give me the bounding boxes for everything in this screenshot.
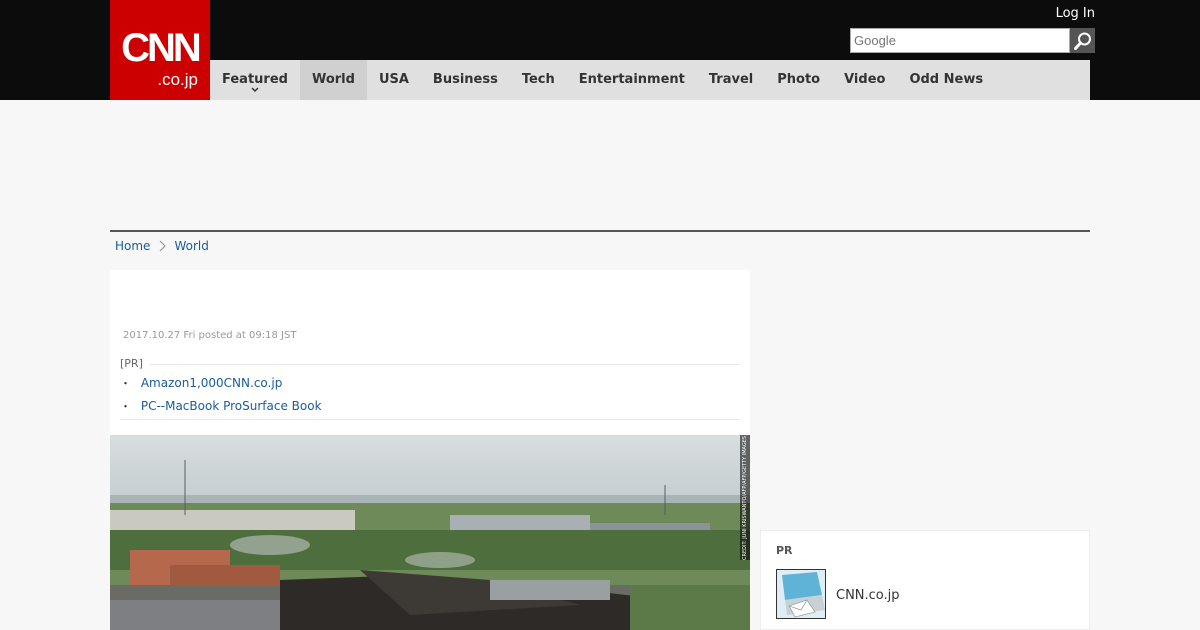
pr-link-amazon[interactable]: Amazon1,000CNN.co.jp xyxy=(141,376,283,390)
pr-link-pc[interactable]: PC--MacBook ProSurface Book xyxy=(141,399,322,413)
nav-item-business[interactable]: Business xyxy=(421,60,510,100)
factory-fire-image xyxy=(110,435,750,630)
nav-item-travel[interactable]: Travel xyxy=(697,60,765,100)
main-nav: Featured World USA Business Tech Enterta… xyxy=(210,60,1090,100)
nav-item-label: Featured xyxy=(222,72,288,87)
search-button[interactable] xyxy=(1070,28,1095,53)
post-date: 2017.10.27 Fri posted at 09:18 JST xyxy=(123,330,297,341)
chevron-down-icon xyxy=(251,87,259,93)
login-link[interactable]: Log In xyxy=(1056,6,1095,22)
top-header: CNN .co.jp Log In Featured World USA Bus… xyxy=(0,0,1200,100)
sidebar-pr-text[interactable]: CNN.co.jp xyxy=(836,588,900,604)
nav-item-video[interactable]: Video xyxy=(832,60,897,100)
pr-thumbnail[interactable] xyxy=(776,569,826,619)
nav-item-tech[interactable]: Tech xyxy=(510,60,567,100)
breadcrumb-world[interactable]: World xyxy=(174,238,208,254)
pr-links-block: [PR] ・ Amazon1,000CNN.co.jp ・ PC--MacBoo… xyxy=(120,357,740,420)
breadcrumb: Home World xyxy=(115,238,209,254)
bullet: ・ xyxy=(120,400,131,413)
nav-item-usa[interactable]: USA xyxy=(367,60,421,100)
section-divider xyxy=(110,230,1090,232)
pr-link-item: ・ Amazon1,000CNN.co.jp xyxy=(120,375,282,392)
sidebar-pr-title: PR xyxy=(776,544,793,557)
pr-link-item: ・ PC--MacBook ProSurface Book xyxy=(120,398,322,415)
chevron-right-icon xyxy=(160,240,167,252)
nav-item-entertainment[interactable]: Entertainment xyxy=(567,60,697,100)
photo-credit: CREDIT: JUNI KRISWANTO/AFP/AFP/GETTY IMA… xyxy=(740,435,750,560)
nav-item-odd-news[interactable]: Odd News xyxy=(897,60,995,100)
logo-sub-text: .co.jp xyxy=(157,70,198,89)
cnn-logo[interactable]: CNN .co.jp xyxy=(110,0,210,100)
pr-label: [PR] xyxy=(120,357,149,371)
nav-item-photo[interactable]: Photo xyxy=(765,60,832,100)
laptop-mail-icon xyxy=(777,570,825,618)
bullet: ・ xyxy=(120,377,131,390)
search-input[interactable] xyxy=(850,28,1070,53)
pr-label-row: [PR] xyxy=(120,357,740,371)
pr-divider xyxy=(150,364,740,365)
article-photo: CREDIT: JUNI KRISWANTO/AFP/AFP/GETTY IMA… xyxy=(110,435,750,630)
sidebar-pr-card: PR CNN.co.jp xyxy=(760,530,1090,630)
article-card: 2017.10.27 Fri posted at 09:18 JST [PR] … xyxy=(110,270,750,630)
search-icon xyxy=(1073,32,1091,50)
nav-item-world[interactable]: World xyxy=(299,60,367,100)
nav-item-featured[interactable]: Featured xyxy=(210,60,300,100)
breadcrumb-home[interactable]: Home xyxy=(115,238,150,254)
logo-main-text: CNN xyxy=(121,26,202,70)
